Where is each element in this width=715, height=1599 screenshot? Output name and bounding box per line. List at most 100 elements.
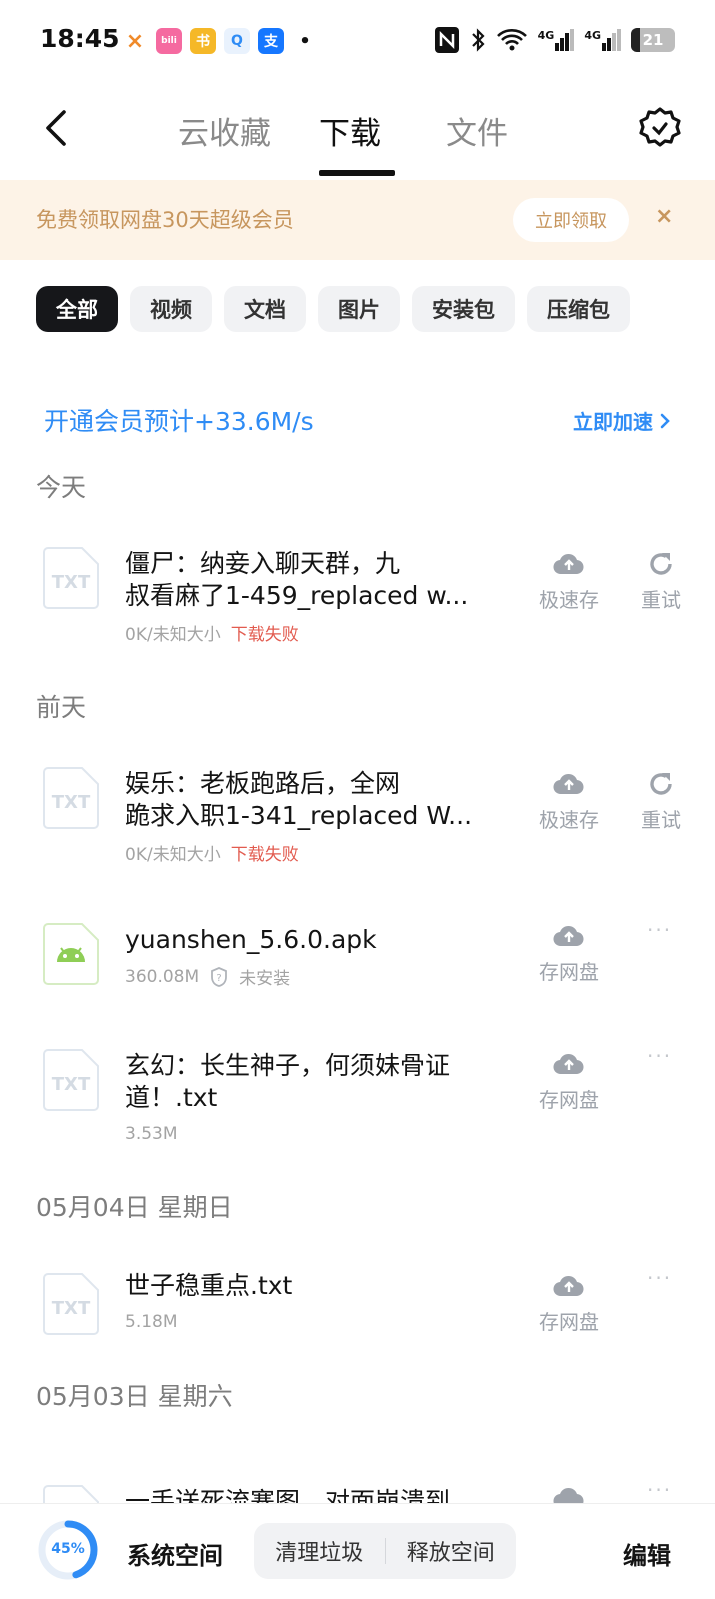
retry-icon	[650, 773, 672, 795]
filter-all[interactable]: 全部	[36, 286, 118, 332]
install-status: 未安装	[239, 969, 291, 989]
txt-file-icon: TXT	[43, 1049, 99, 1111]
claim-now-button[interactable]: 立即领取	[513, 198, 629, 242]
status-badge: 下载失败	[230, 625, 299, 645]
cloud-upload-icon	[553, 1488, 584, 1503]
filter-docs[interactable]: 文档	[224, 286, 306, 332]
list-item[interactable]: TXT 玄幻：长生神子，何须妹骨证 道！.txt 3.53M 存网盘 ···	[0, 1044, 715, 1164]
file-meta: 0K/未知大小 下载失败	[125, 620, 299, 645]
svg-text:TXT: TXT	[52, 572, 91, 593]
battery-icon: 21	[631, 28, 675, 52]
tab-files[interactable]: 文件	[446, 108, 508, 153]
save-to-cloud-button[interactable]: 存网盘	[529, 922, 609, 985]
cloud-upload-icon	[553, 1053, 584, 1075]
section-today: 今天	[36, 473, 87, 502]
status-time: 18:45	[40, 24, 120, 53]
vip-promo-banner: 免费领取网盘30天超级会员 立即领取 ×	[0, 180, 715, 260]
section-may-03: 05月03日 星期六	[36, 1382, 233, 1411]
settings-gear-icon[interactable]	[637, 106, 683, 152]
retry-button[interactable]: 重试	[621, 770, 701, 833]
section-may-04: 05月04日 星期日	[36, 1193, 233, 1222]
bilibili-icon: bili	[156, 28, 182, 54]
speedup-link[interactable]: 立即加速	[573, 406, 671, 435]
tab-cloud-favorites[interactable]: 云收藏	[178, 108, 271, 153]
speedup-link-label: 立即加速	[573, 410, 653, 434]
wifi-icon	[496, 29, 527, 51]
txt-file-icon: TXT	[43, 547, 99, 609]
space-actions: 清理垃圾 释放空间	[254, 1523, 516, 1579]
file-title: 世子稳重点.txt	[125, 1271, 293, 1300]
filter-apk[interactable]: 安装包	[412, 286, 515, 332]
status-indicators: 4G 4G 21	[434, 26, 675, 54]
txt-file-icon: TXT	[43, 767, 99, 829]
promo-text: 免费领取网盘30天超级会员	[36, 208, 294, 232]
file-title: 一手送死流寨图，对面崩溃到	[125, 1487, 451, 1503]
more-options-icon[interactable]: ···	[647, 1484, 672, 1502]
bluetooth-icon	[471, 28, 485, 52]
more-options-icon[interactable]: ···	[647, 1266, 672, 1290]
cloud-upload-icon	[553, 773, 584, 795]
filter-video[interactable]: 视频	[130, 286, 212, 332]
section-day-before: 前天	[36, 693, 87, 722]
filter-images[interactable]: 图片	[318, 286, 400, 332]
cloud-upload-icon	[553, 1275, 584, 1297]
file-meta: 5.18M	[125, 1312, 178, 1332]
status-badge: 下载失败	[230, 845, 299, 865]
cloud-upload-icon	[553, 925, 584, 947]
book-app-icon: 书	[190, 28, 216, 54]
file-title: 玄幻：长生神子，何须妹骨证 道！.txt	[125, 1051, 451, 1112]
list-item[interactable]: TXT 世子稳重点.txt 5.18M 存网盘 ···	[0, 1266, 715, 1356]
save-to-cloud-button[interactable]: 存网盘	[529, 1272, 609, 1335]
close-banner-icon[interactable]: ×	[655, 204, 673, 229]
file-meta: 360.08M? 未安装	[125, 964, 291, 990]
quick-save-button[interactable]: 极速存	[529, 550, 609, 613]
file-meta: 0K/未知大小 下载失败	[125, 840, 299, 865]
free-space-button[interactable]: 释放空间	[386, 1535, 517, 1567]
close-app-icon: ×	[125, 28, 145, 54]
more-notifications-icon: •	[299, 30, 311, 52]
signal-1-icon: 4G	[538, 29, 575, 51]
filter-chips: 全部 视频 文档 图片 安装包 压缩包	[36, 286, 630, 332]
list-item[interactable]: 一手送死流寨图，对面崩溃到 ···	[0, 1484, 715, 1503]
storage-usage-label: 45%	[51, 1541, 85, 1557]
txt-file-icon	[43, 1485, 99, 1503]
bottom-bar: 45% 系统空间 清理垃圾 释放空间 编辑	[0, 1503, 715, 1599]
browser-app-icon: Q	[224, 28, 250, 54]
chevron-right-icon	[660, 413, 670, 428]
save-to-cloud-button[interactable]: 存网盘	[529, 1050, 609, 1113]
more-options-icon[interactable]: ···	[647, 1044, 672, 1068]
nfc-icon	[434, 27, 459, 53]
tab-downloads[interactable]: 下载	[319, 108, 381, 153]
more-options-icon[interactable]: ···	[647, 918, 672, 942]
file-meta: 3.53M	[125, 1124, 178, 1144]
retry-icon	[650, 553, 672, 575]
status-bar: 18:45 × bili 书 Q 支 • 4G 4G 21	[0, 0, 715, 84]
svg-text:TXT: TXT	[52, 1074, 91, 1095]
status-app-icons: × bili 书 Q 支 •	[122, 28, 318, 54]
retry-button[interactable]: 重试	[621, 550, 701, 613]
alipay-icon: 支	[258, 28, 284, 54]
android-apk-icon	[43, 923, 99, 985]
file-title: 娱乐：老板跑路后，全网 跪求入职1-341_replaced W...	[125, 769, 473, 830]
edit-button[interactable]: 编辑	[623, 1536, 671, 1571]
list-item[interactable]: TXT 僵尸：纳妾入聊天群，九 叔看麻了1-459_replaced w... 0…	[0, 540, 715, 650]
svg-text:?: ?	[217, 973, 222, 984]
file-title: 僵尸：纳妾入聊天群，九 叔看麻了1-459_replaced w...	[125, 549, 469, 610]
system-space-label: 系统空间	[127, 1542, 223, 1570]
quick-save-button[interactable]: 极速存	[529, 770, 609, 833]
filter-archives[interactable]: 压缩包	[527, 286, 630, 332]
txt-file-icon: TXT	[43, 1273, 99, 1335]
shield-question-icon: ?	[211, 966, 228, 987]
active-tab-indicator	[319, 170, 395, 176]
speedup-text: 开通会员预计+33.6M/s	[44, 407, 314, 436]
cloud-upload-icon	[553, 553, 584, 575]
list-item[interactable]: TXT 娱乐：老板跑路后，全网 跪求入职1-341_replaced W... 0…	[0, 760, 715, 870]
svg-text:TXT: TXT	[52, 1298, 91, 1319]
file-title: yuanshen_5.6.0.apk	[125, 925, 377, 954]
list-item[interactable]: yuanshen_5.6.0.apk 360.08M? 未安装 存网盘 ···	[0, 918, 715, 1008]
save-to-cloud-button[interactable]	[529, 1484, 609, 1503]
top-nav: 云收藏 下载 文件	[0, 84, 715, 180]
svg-text:TXT: TXT	[52, 792, 91, 813]
clean-junk-button[interactable]: 清理垃圾	[254, 1535, 385, 1567]
signal-2-icon: 4G	[584, 29, 621, 51]
